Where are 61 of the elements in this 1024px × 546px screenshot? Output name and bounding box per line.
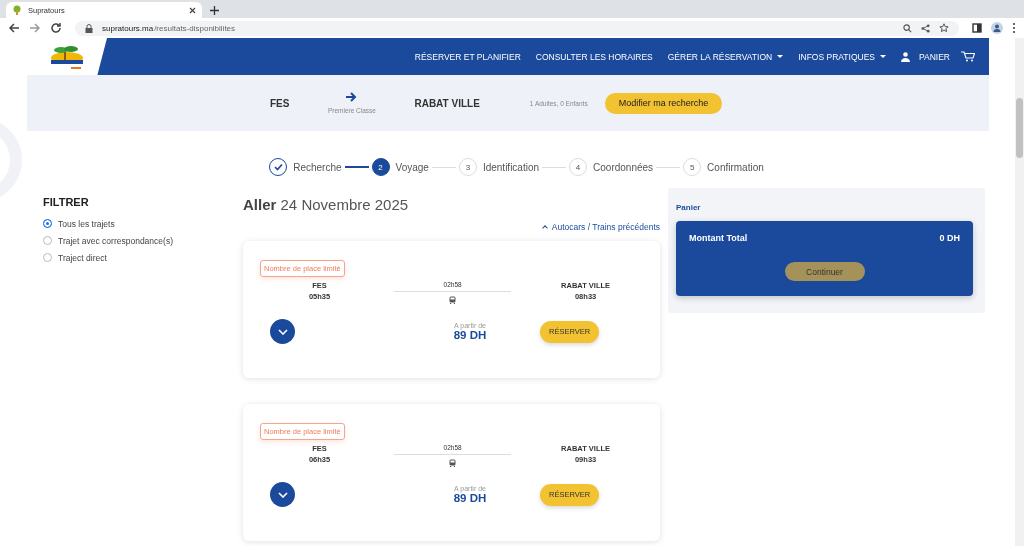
price: 89 DH: [453, 492, 487, 504]
step-label: Voyage: [395, 161, 429, 173]
nav-link[interactable]: GÉRER LA RÉSERVATION: [667, 51, 784, 62]
bus-icon: [449, 296, 457, 304]
step-label: Recherche: [293, 161, 342, 173]
step-indicator: 3: [458, 158, 477, 176]
cart-link[interactable]: PANIER: [918, 51, 950, 62]
origin-city: FES: [270, 97, 290, 109]
arrow-right-icon: [346, 92, 358, 102]
forward-icon[interactable]: [29, 22, 41, 34]
continue-button[interactable]: Continuer: [784, 262, 865, 281]
chevron-down-icon: [277, 328, 288, 335]
plus-icon[interactable]: [210, 6, 219, 15]
price: 89 DH: [453, 329, 487, 341]
reload-icon[interactable]: [50, 22, 62, 34]
bus-icon: [449, 459, 457, 467]
chevron-down-icon: [277, 491, 288, 498]
nav-link[interactable]: RÉSERVER ET PLANIFIER: [414, 51, 521, 62]
user-icon[interactable]: [900, 51, 910, 62]
radio-label[interactable]: Tous les trajets: [58, 218, 115, 229]
filter-title: FILTRER: [43, 196, 90, 208]
cart-title: Panier: [676, 203, 702, 212]
destination-city: RABAT VILLE: [414, 97, 480, 109]
nav-link[interactable]: INFOS PRATIQUES: [798, 51, 886, 62]
total-label: Montant Total: [689, 233, 748, 243]
sidebar-icon[interactable]: [972, 23, 982, 33]
radio-button[interactable]: [43, 219, 52, 228]
radio-label[interactable]: Trajet avec correspondance(s): [58, 235, 173, 246]
search-icon[interactable]: [903, 23, 912, 33]
modify-search-button[interactable]: Modifier ma recherche: [604, 92, 723, 114]
previous-trips-link[interactable]: Autocars / Trains précédents: [542, 222, 660, 232]
url-path: /resultats-disponibilites: [154, 23, 236, 33]
step-label: Confirmation: [707, 161, 764, 173]
close-icon[interactable]: [189, 6, 196, 14]
back-icon[interactable]: [8, 22, 20, 34]
radio-button[interactable]: [43, 253, 52, 262]
step-indicator: 4: [569, 158, 588, 176]
step-label: Coordonnées: [593, 161, 654, 173]
scrollbar[interactable]: [1015, 38, 1024, 546]
total-amount: 0 DH: [939, 233, 960, 243]
cart-icon[interactable]: [961, 51, 975, 62]
check-icon: [273, 163, 283, 171]
radio-label[interactable]: Traject direct: [58, 252, 107, 263]
profile-icon[interactable]: [991, 22, 1003, 34]
step-indicator: 2: [371, 158, 390, 176]
results-heading: Aller 24 Novembre 2025: [243, 196, 410, 213]
step-indicator: 5: [683, 158, 702, 176]
expand-button[interactable]: [270, 319, 295, 344]
step-label: Identification: [482, 161, 540, 173]
share-icon[interactable]: [921, 23, 930, 33]
caret-icon: [879, 55, 886, 58]
lock-icon: [85, 23, 93, 33]
address-bar[interactable]: supratours.ma/resultats-disponibilites: [75, 20, 959, 36]
more-icon[interactable]: [1012, 22, 1016, 34]
radio-button[interactable]: [43, 236, 52, 245]
nav-link[interactable]: CONSULTER LES HORAIRES: [535, 51, 653, 62]
star-icon[interactable]: [939, 23, 949, 33]
palm-tree-icon: [12, 5, 22, 15]
caret-icon: [777, 55, 784, 58]
expand-button[interactable]: [270, 482, 295, 507]
url-host: supratours.ma: [102, 23, 154, 33]
